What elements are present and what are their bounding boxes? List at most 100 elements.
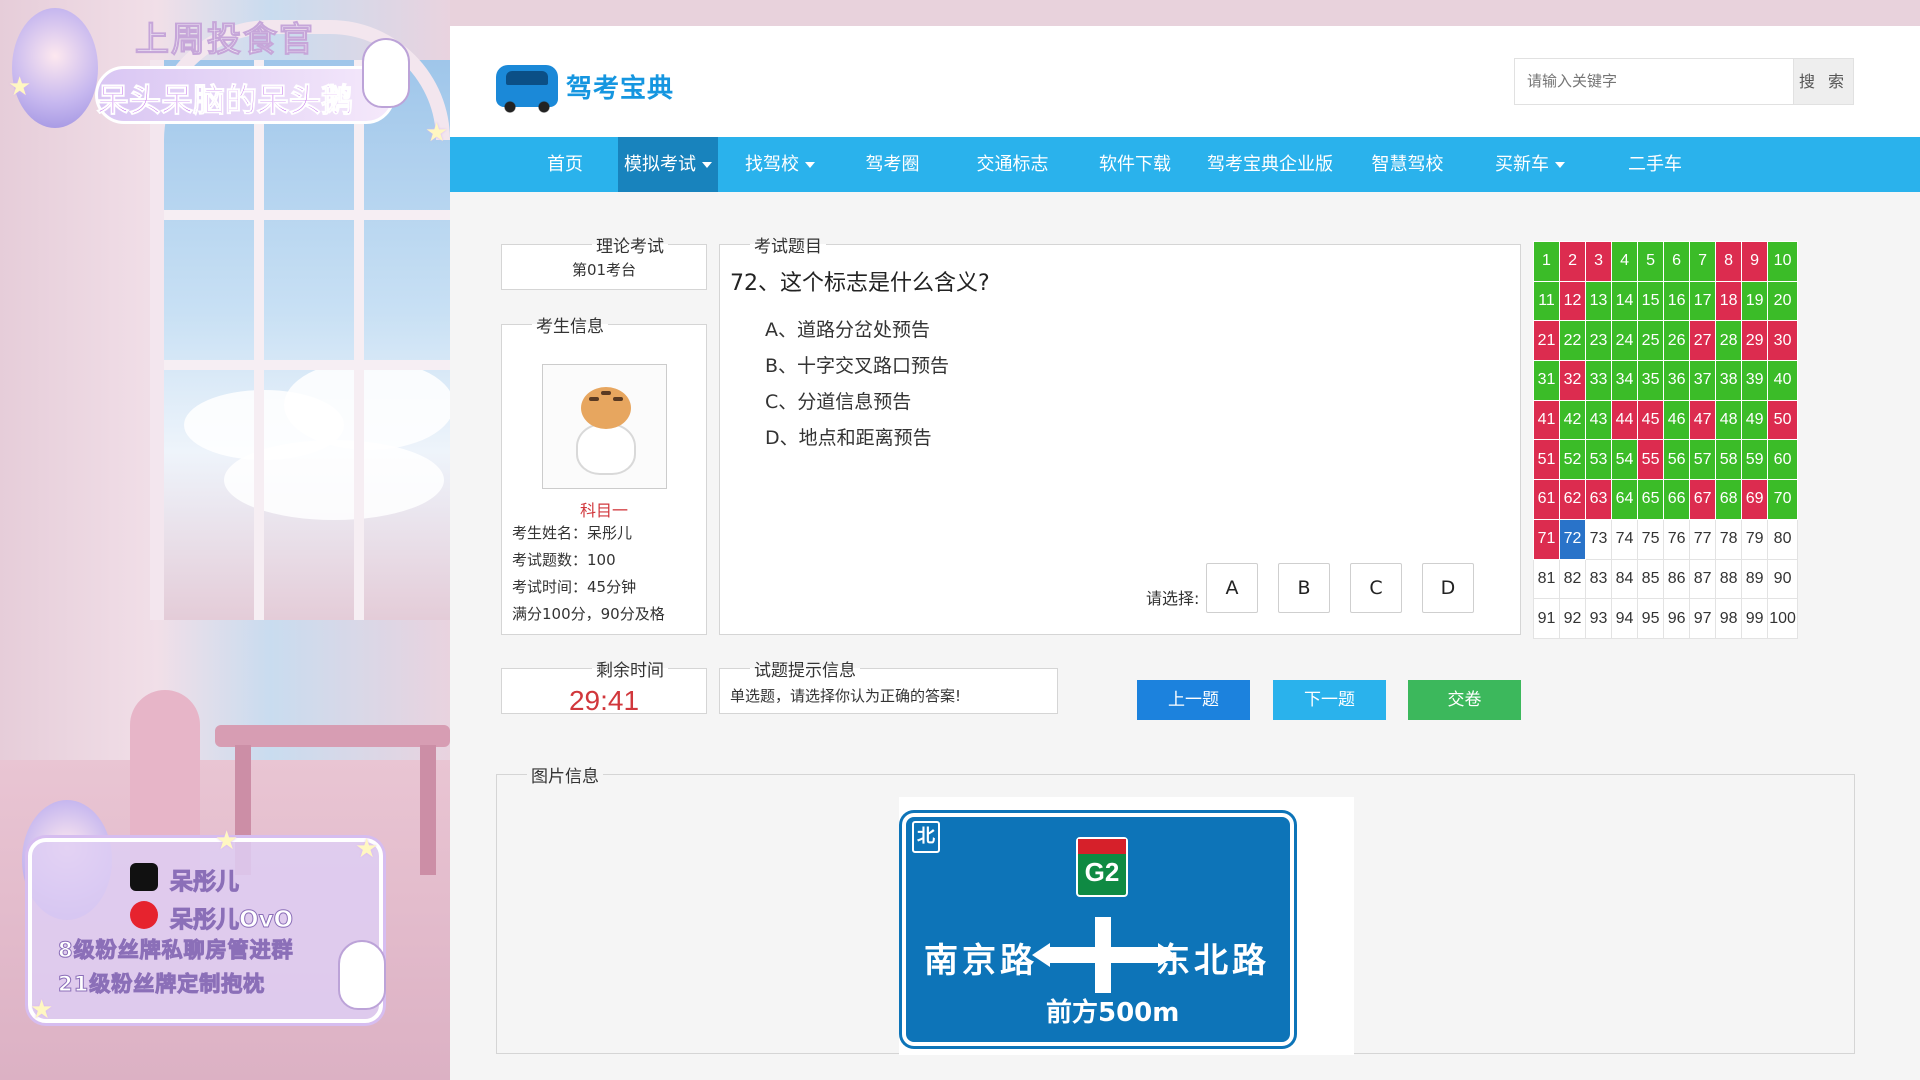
question-number-cell[interactable]: 27 [1689, 320, 1717, 362]
question-number-cell[interactable]: 20 [1767, 280, 1798, 322]
question-number-cell[interactable]: 88 [1715, 558, 1743, 600]
question-number-cell[interactable]: 65 [1637, 479, 1665, 520]
question-number-cell[interactable]: 23 [1585, 320, 1613, 362]
question-number-cell[interactable]: 99 [1741, 598, 1769, 639]
question-number-cell[interactable]: 70 [1767, 479, 1798, 520]
question-number-cell[interactable]: 35 [1637, 360, 1665, 401]
question-number-cell[interactable]: 57 [1689, 439, 1717, 481]
nav-item-smart-school[interactable]: 智慧驾校 [1355, 137, 1460, 192]
option-d[interactable]: D、地点和距离预告 [765, 423, 932, 450]
question-number-cell[interactable]: 100 [1767, 598, 1798, 639]
question-number-cell[interactable]: 92 [1559, 598, 1587, 639]
question-number-cell[interactable]: 80 [1767, 518, 1798, 560]
question-number-cell[interactable]: 72 [1559, 518, 1587, 560]
question-number-cell[interactable]: 26 [1663, 320, 1691, 362]
question-number-cell[interactable]: 86 [1663, 558, 1691, 600]
question-number-cell[interactable]: 4 [1611, 241, 1639, 282]
question-number-cell[interactable]: 11 [1532, 280, 1561, 322]
nav-item-mock-exam[interactable]: 模拟考试 [618, 137, 718, 192]
nav-item-find-school[interactable]: 找驾校 [725, 137, 835, 192]
question-number-cell[interactable]: 22 [1559, 320, 1587, 362]
question-number-cell[interactable]: 58 [1715, 439, 1743, 481]
question-number-cell[interactable]: 49 [1741, 399, 1769, 441]
question-number-cell[interactable]: 18 [1715, 280, 1743, 322]
question-number-cell[interactable]: 96 [1663, 598, 1691, 639]
question-number-cell[interactable]: 60 [1767, 439, 1798, 481]
question-number-cell[interactable]: 39 [1741, 360, 1769, 401]
option-b[interactable]: B、十字交叉路口预告 [765, 351, 949, 378]
nav-item-enterprise[interactable]: 驾考宝典企业版 [1195, 137, 1345, 192]
question-number-cell[interactable]: 14 [1611, 280, 1639, 322]
search-button[interactable]: 搜 索 [1794, 58, 1854, 105]
answer-d-button[interactable]: D [1422, 563, 1474, 613]
question-number-cell[interactable]: 32 [1559, 360, 1587, 401]
question-number-cell[interactable]: 15 [1637, 280, 1665, 322]
answer-c-button[interactable]: C [1350, 563, 1402, 613]
question-number-cell[interactable]: 63 [1585, 479, 1613, 520]
question-number-cell[interactable]: 29 [1741, 320, 1769, 362]
question-number-cell[interactable]: 69 [1741, 479, 1769, 520]
question-number-cell[interactable]: 12 [1559, 280, 1587, 322]
question-number-cell[interactable]: 75 [1637, 518, 1665, 560]
question-number-cell[interactable]: 95 [1637, 598, 1665, 639]
question-number-cell[interactable]: 79 [1741, 518, 1769, 560]
question-number-cell[interactable]: 13 [1585, 280, 1613, 322]
nav-item-home[interactable]: 首页 [505, 137, 625, 192]
question-number-cell[interactable]: 47 [1689, 399, 1717, 441]
question-number-cell[interactable]: 10 [1767, 241, 1798, 282]
question-number-cell[interactable]: 73 [1585, 518, 1613, 560]
question-number-cell[interactable]: 84 [1611, 558, 1639, 600]
question-number-cell[interactable]: 43 [1585, 399, 1613, 441]
question-number-cell[interactable]: 68 [1715, 479, 1743, 520]
nav-item-traffic-signs[interactable]: 交通标志 [960, 137, 1065, 192]
question-number-cell[interactable]: 62 [1559, 479, 1587, 520]
question-number-cell[interactable]: 94 [1611, 598, 1639, 639]
question-number-cell[interactable]: 46 [1663, 399, 1691, 441]
question-number-cell[interactable]: 82 [1559, 558, 1587, 600]
nav-item-download[interactable]: 软件下载 [1080, 137, 1190, 192]
question-number-cell[interactable]: 28 [1715, 320, 1743, 362]
question-number-cell[interactable]: 38 [1715, 360, 1743, 401]
question-number-cell[interactable]: 30 [1767, 320, 1798, 362]
question-number-cell[interactable]: 89 [1741, 558, 1769, 600]
question-number-cell[interactable]: 97 [1689, 598, 1717, 639]
question-number-cell[interactable]: 74 [1611, 518, 1639, 560]
nav-item-new-car[interactable]: 买新车 [1475, 137, 1585, 192]
question-number-cell[interactable]: 93 [1585, 598, 1613, 639]
question-number-cell[interactable]: 85 [1637, 558, 1665, 600]
question-number-cell[interactable]: 31 [1532, 360, 1561, 401]
question-number-cell[interactable]: 98 [1715, 598, 1743, 639]
question-number-cell[interactable]: 51 [1532, 439, 1561, 481]
question-number-cell[interactable]: 78 [1715, 518, 1743, 560]
question-number-cell[interactable]: 40 [1767, 360, 1798, 401]
question-number-cell[interactable]: 7 [1689, 241, 1717, 282]
nav-item-used-car[interactable]: 二手车 [1605, 137, 1705, 192]
question-number-cell[interactable]: 90 [1767, 558, 1798, 600]
option-a[interactable]: A、道路分岔处预告 [765, 315, 930, 342]
question-number-cell[interactable]: 87 [1689, 558, 1717, 600]
question-number-cell[interactable]: 76 [1663, 518, 1691, 560]
question-number-cell[interactable]: 66 [1663, 479, 1691, 520]
question-number-cell[interactable]: 16 [1663, 280, 1691, 322]
question-number-cell[interactable]: 41 [1532, 399, 1561, 441]
question-number-cell[interactable]: 52 [1559, 439, 1587, 481]
question-number-cell[interactable]: 33 [1585, 360, 1613, 401]
question-number-cell[interactable]: 21 [1532, 320, 1561, 362]
question-number-cell[interactable]: 34 [1611, 360, 1639, 401]
search-input[interactable] [1514, 58, 1794, 105]
question-number-cell[interactable]: 42 [1559, 399, 1587, 441]
site-logo[interactable]: 驾考宝典 [496, 62, 674, 113]
question-number-cell[interactable]: 44 [1611, 399, 1639, 441]
nav-item-community[interactable]: 驾考圈 [845, 137, 940, 192]
prev-question-button[interactable]: 上一题 [1137, 680, 1250, 720]
option-c[interactable]: C、分道信息预告 [765, 387, 911, 414]
question-number-cell[interactable]: 53 [1585, 439, 1613, 481]
question-number-cell[interactable]: 91 [1532, 598, 1561, 639]
question-number-cell[interactable]: 5 [1637, 241, 1665, 282]
question-number-cell[interactable]: 37 [1689, 360, 1717, 401]
question-number-cell[interactable]: 61 [1532, 479, 1561, 520]
question-number-cell[interactable]: 77 [1689, 518, 1717, 560]
question-number-cell[interactable]: 1 [1532, 241, 1561, 282]
next-question-button[interactable]: 下一题 [1273, 680, 1386, 720]
question-number-cell[interactable]: 67 [1689, 479, 1717, 520]
